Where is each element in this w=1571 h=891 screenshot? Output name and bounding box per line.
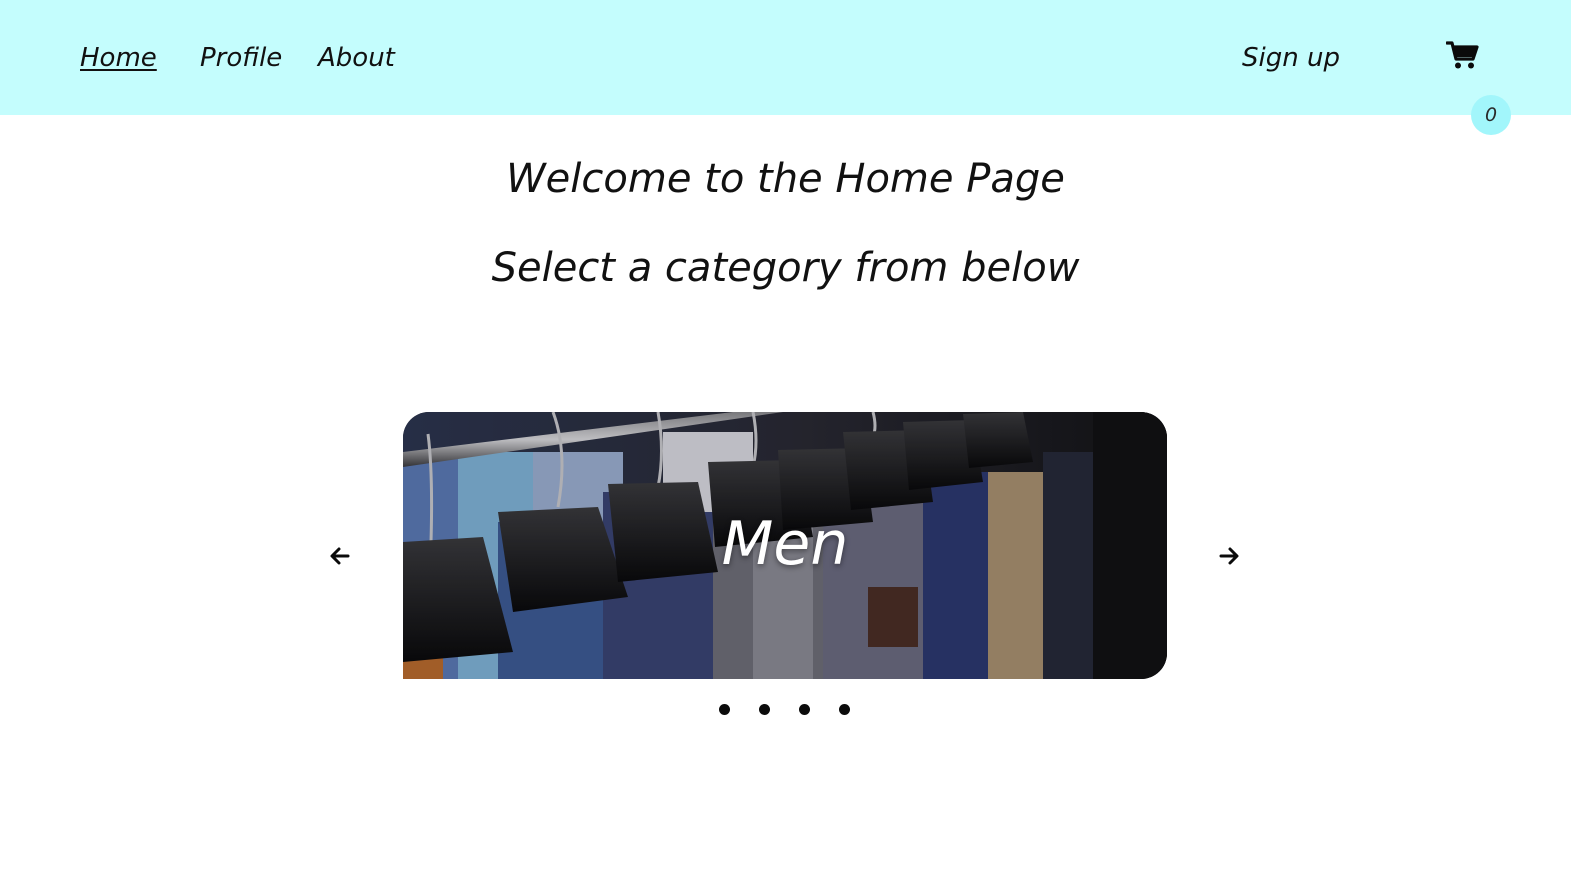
shopping-cart-icon[interactable] bbox=[1445, 40, 1480, 70]
carousel-slide[interactable]: Men bbox=[403, 412, 1167, 679]
arrow-right-icon[interactable] bbox=[1216, 543, 1242, 569]
category-prompt: Select a category from below bbox=[491, 245, 1080, 291]
signup-link[interactable]: Sign up bbox=[1242, 40, 1340, 76]
slide-category-label: Men bbox=[721, 509, 849, 579]
nav-link-about[interactable]: About bbox=[318, 40, 395, 76]
page-title: Welcome to the Home Page bbox=[506, 156, 1065, 202]
arrow-left-icon[interactable] bbox=[327, 543, 353, 569]
navbar: Home Profile About Sign up bbox=[0, 0, 1571, 115]
nav-link-profile[interactable]: Profile bbox=[200, 40, 282, 76]
carousel-dot[interactable] bbox=[799, 704, 810, 715]
nav-link-home[interactable]: Home bbox=[80, 40, 157, 76]
carousel-dot[interactable] bbox=[719, 704, 730, 715]
cart-count-badge: 0 bbox=[1471, 95, 1511, 135]
carousel-dot[interactable] bbox=[839, 704, 850, 715]
carousel-dot[interactable] bbox=[759, 704, 770, 715]
